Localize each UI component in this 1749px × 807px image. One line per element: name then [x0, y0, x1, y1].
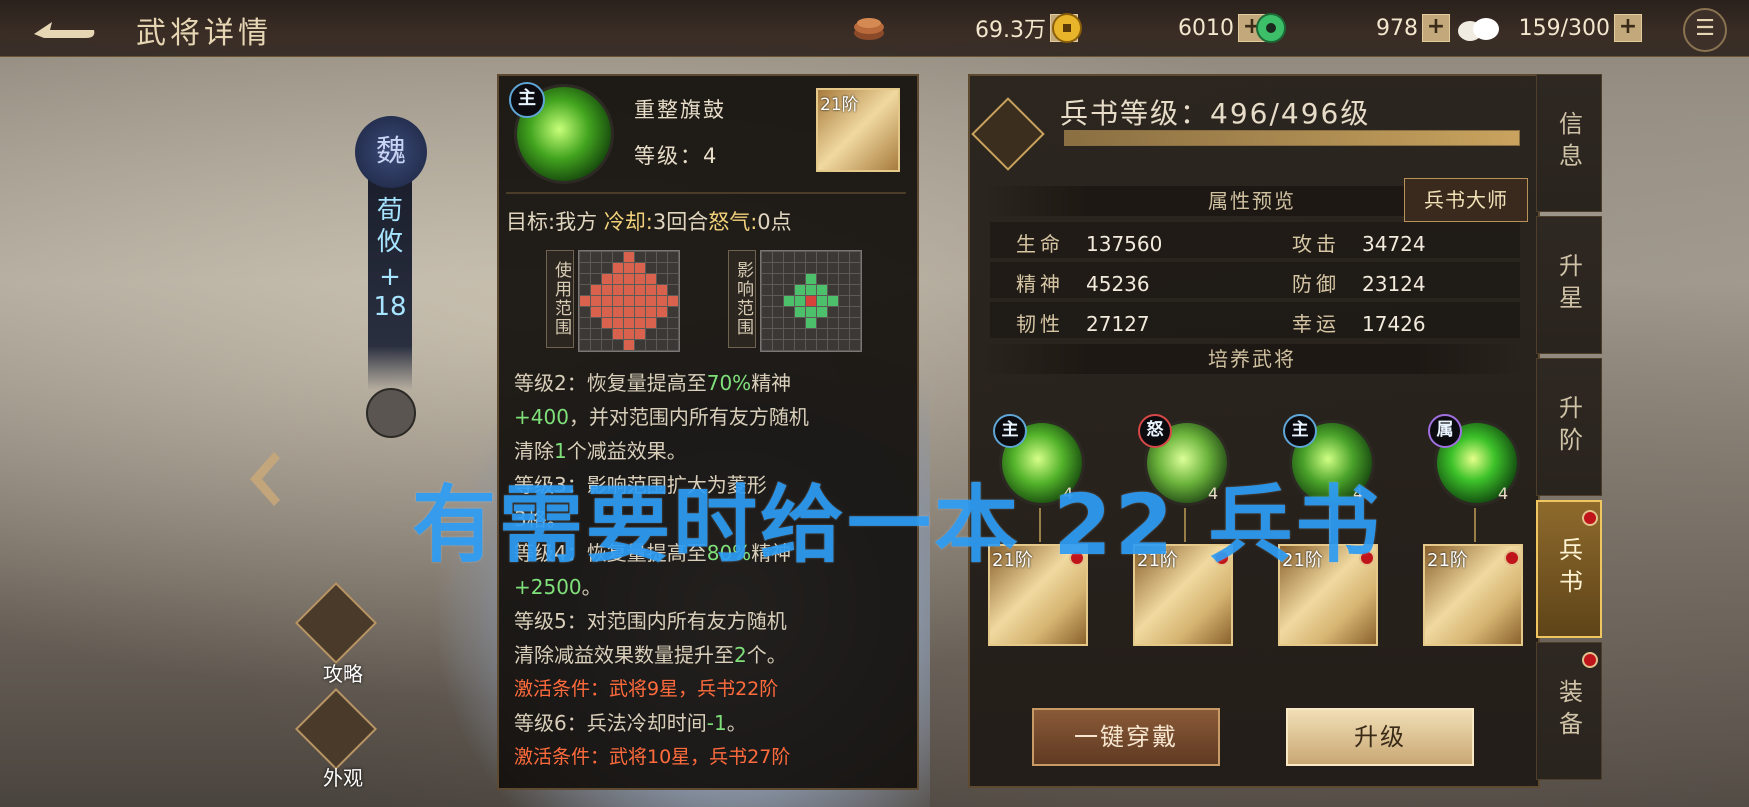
book-level-progress: [1064, 130, 1520, 146]
skill-type-tag: 怒: [1138, 414, 1172, 448]
book-level-text: 兵书等级：496/496级: [1060, 97, 1371, 130]
faction-badge: 魏: [355, 116, 427, 188]
activation-condition: 激活条件：武将10星，兵书27阶: [514, 746, 791, 768]
stat-defense: 防御 23124: [1292, 272, 1426, 296]
divider: [506, 192, 906, 194]
jade-icon: [1256, 13, 1286, 43]
stat-luck: 幸运 17426: [1292, 312, 1426, 336]
skill-type-tag: 主: [1283, 414, 1317, 448]
strategy-label[interactable]: 攻略: [303, 658, 383, 687]
add-jade-button[interactable]: +: [1422, 14, 1450, 42]
effect-range-label: 影响范围: [728, 250, 756, 348]
use-range-label: 使用范围: [546, 250, 574, 348]
back-arrow-icon[interactable]: [30, 12, 100, 44]
stat-attack: 攻击 34724: [1292, 232, 1426, 256]
skill-desc-line: 等级2：恢复量提高至70%精神: [514, 371, 792, 395]
prev-hero-arrow-icon[interactable]: [244, 448, 292, 510]
book-master-button[interactable]: 兵书大师: [1404, 178, 1528, 222]
stat-hp: 生命 137560: [1016, 232, 1163, 256]
skill-book-tier: 21阶: [820, 95, 859, 115]
page-title: 武将详情: [136, 16, 272, 51]
resource-stamina: 159/300 +: [1456, 12, 1642, 44]
add-stamina-button[interactable]: +: [1614, 14, 1642, 42]
skill-type-tag: 主: [509, 82, 545, 118]
skill-desc-line: 等级6：兵法冷却时间-1。: [514, 711, 747, 735]
overlay-caption: 有需要时给一本 22 兵书: [412, 476, 1383, 574]
jade-value: 978: [1376, 15, 1418, 41]
resource-gold: 6010 +: [1050, 12, 1266, 44]
tab-2[interactable]: 升阶: [1536, 358, 1602, 496]
connector: [1474, 508, 1476, 542]
upgrade-button[interactable]: 升级: [1286, 708, 1474, 766]
skill-desc-line: 等级5：对范围内所有友方随机: [514, 609, 787, 633]
skill-meta: 目标:我方 冷却:3回合怒气:0点: [506, 210, 792, 234]
copper-value: 69.3万: [975, 18, 1046, 43]
tab-1[interactable]: 升星: [1536, 216, 1602, 354]
tab-0[interactable]: 信息: [1536, 74, 1602, 212]
skill-name: 重整旗鼓: [634, 98, 726, 122]
strategy-icon[interactable]: [294, 581, 378, 665]
hero-name: 荀攸: [376, 196, 403, 257]
effect-range-grid: [760, 250, 862, 352]
skill-level-badge: 4: [1498, 484, 1509, 503]
skill-desc-line: 清除减益效果数量提升至2个。: [514, 643, 787, 667]
outfit-icon[interactable]: [294, 687, 378, 771]
skill-level: 等级：4: [634, 144, 719, 168]
notification-dot: [1504, 550, 1520, 566]
skill-type-tag: 属: [1428, 414, 1462, 448]
gold-coin-icon: [1052, 13, 1082, 43]
hero-stage: + 18: [373, 262, 407, 322]
tab-notification-dot: [1582, 510, 1598, 526]
use-range-grid: [578, 250, 680, 352]
resource-copper: 69.3万 +: [852, 12, 1078, 44]
tab-notification-dot: [1582, 652, 1598, 668]
steamed-bun-stamina-icon: [1458, 18, 1499, 41]
stat-toughness: 韧性 27127: [1016, 312, 1150, 336]
cultivate-header: 培养武将: [982, 344, 1522, 374]
resource-jade: 978 +: [1254, 12, 1450, 44]
menu-icon[interactable]: ☰: [1683, 8, 1727, 52]
outfit-label[interactable]: 外观: [303, 762, 383, 791]
gold-value: 6010: [1178, 15, 1234, 41]
war-book-tier: 21阶: [1427, 550, 1468, 571]
lock-icon[interactable]: [366, 388, 416, 438]
stamina-value: 159/300: [1518, 15, 1610, 41]
stat-spirit: 精神 45236: [1016, 272, 1150, 296]
skill-desc-line: +400，并对范围内所有友方随机: [514, 405, 809, 429]
equip-all-button[interactable]: 一键穿戴: [1032, 708, 1220, 766]
copper-coins-icon: [854, 18, 884, 40]
skill-type-tag: 主: [993, 414, 1027, 448]
activation-condition: 激活条件：武将9星，兵书22阶: [514, 678, 779, 700]
